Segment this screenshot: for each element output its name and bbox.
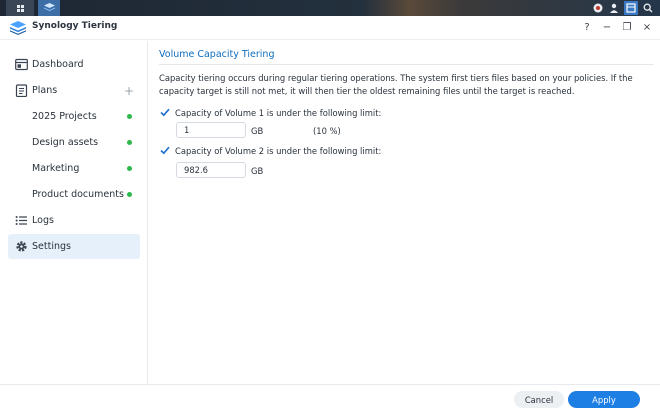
volume2-unit: GB (251, 166, 264, 176)
volume2-checkbox[interactable]: Capacity of Volume 2 is under the follow… (159, 145, 381, 156)
status-dot (127, 192, 132, 197)
widgets-icon[interactable] (624, 1, 638, 15)
taskbar-tray (592, 0, 660, 16)
window-footer: Cancel Apply (0, 384, 660, 412)
status-dot (127, 166, 132, 171)
sidebar-item-label: Design assets (32, 137, 99, 148)
user-icon[interactable] (608, 2, 620, 14)
logs-icon (15, 216, 27, 225)
sidebar-item-label: Marketing (32, 163, 80, 174)
checkmark-icon (159, 145, 170, 156)
section-title: Volume Capacity Tiering (159, 49, 275, 60)
checkmark-icon (159, 107, 170, 118)
sidebar-item-plans[interactable]: Plans + (8, 78, 140, 103)
volume1-checkbox[interactable]: Capacity of Volume 1 is under the follow… (159, 107, 381, 118)
sidebar: Dashboard Plans + 2025 Projects Design a… (0, 41, 148, 385)
settings-panel: Volume Capacity Tiering Capacity tiering… (159, 41, 654, 385)
status-dot (127, 140, 132, 145)
grid-icon (16, 4, 24, 12)
sidebar-item-design-assets[interactable]: Design assets (8, 130, 140, 155)
sidebar-item-label: 2025 Projects (32, 111, 97, 122)
window-titlebar[interactable]: Synology Tiering ? − ❐ × (0, 16, 660, 40)
main-menu-button[interactable] (6, 0, 34, 16)
plans-icon (15, 84, 28, 97)
desktop-taskbar (0, 0, 660, 16)
tiering-logo-icon (10, 21, 26, 35)
tiering-window: Synology Tiering ? − ❐ × Dashboard Plans… (0, 16, 660, 412)
close-button[interactable]: × (642, 20, 652, 34)
sidebar-item-settings[interactable]: Settings (8, 234, 140, 259)
tiering-app-icon (43, 3, 55, 11)
cancel-button[interactable]: Cancel (514, 391, 564, 408)
minimize-button[interactable]: − (602, 20, 612, 34)
sidebar-item-label: Product documents (32, 189, 124, 200)
volume1-unit: GB (251, 126, 264, 136)
help-button[interactable]: ? (582, 20, 592, 34)
sidebar-item-label: Settings (32, 241, 71, 252)
taskbar-tiering-app-button[interactable] (38, 0, 60, 16)
sidebar-item-dashboard[interactable]: Dashboard (8, 52, 140, 77)
search-icon[interactable] (642, 2, 654, 14)
window-title: Synology Tiering (32, 21, 118, 31)
add-plan-icon[interactable]: + (124, 84, 134, 98)
section-description: Capacity tiering occurs during regular t… (159, 73, 633, 96)
dashboard-icon (15, 58, 28, 71)
section-divider (159, 64, 654, 65)
sidebar-item-label: Dashboard (32, 59, 84, 70)
apply-button[interactable]: Apply (568, 391, 640, 408)
sidebar-item-label: Plans (32, 85, 58, 96)
sidebar-item-2025-projects[interactable]: 2025 Projects (8, 104, 140, 129)
volume2-limit-input[interactable] (176, 162, 246, 178)
volume1-percent: (10 %) (313, 126, 341, 136)
volume1-checkbox-label: Capacity of Volume 1 is under the follow… (175, 107, 382, 118)
notification-icon[interactable] (592, 2, 604, 14)
status-dot (127, 114, 132, 119)
sidebar-item-label: Logs (32, 215, 54, 226)
sidebar-item-marketing[interactable]: Marketing (8, 156, 140, 181)
sidebar-item-logs[interactable]: Logs (8, 208, 140, 233)
restore-button[interactable]: ❐ (622, 20, 632, 34)
volume1-limit-input[interactable] (176, 122, 246, 138)
sidebar-item-product-documents[interactable]: Product documents (8, 182, 140, 207)
gear-icon (16, 241, 27, 252)
window-controls: ? − ❐ × (582, 20, 652, 34)
volume2-checkbox-label: Capacity of Volume 2 is under the follow… (175, 145, 382, 156)
